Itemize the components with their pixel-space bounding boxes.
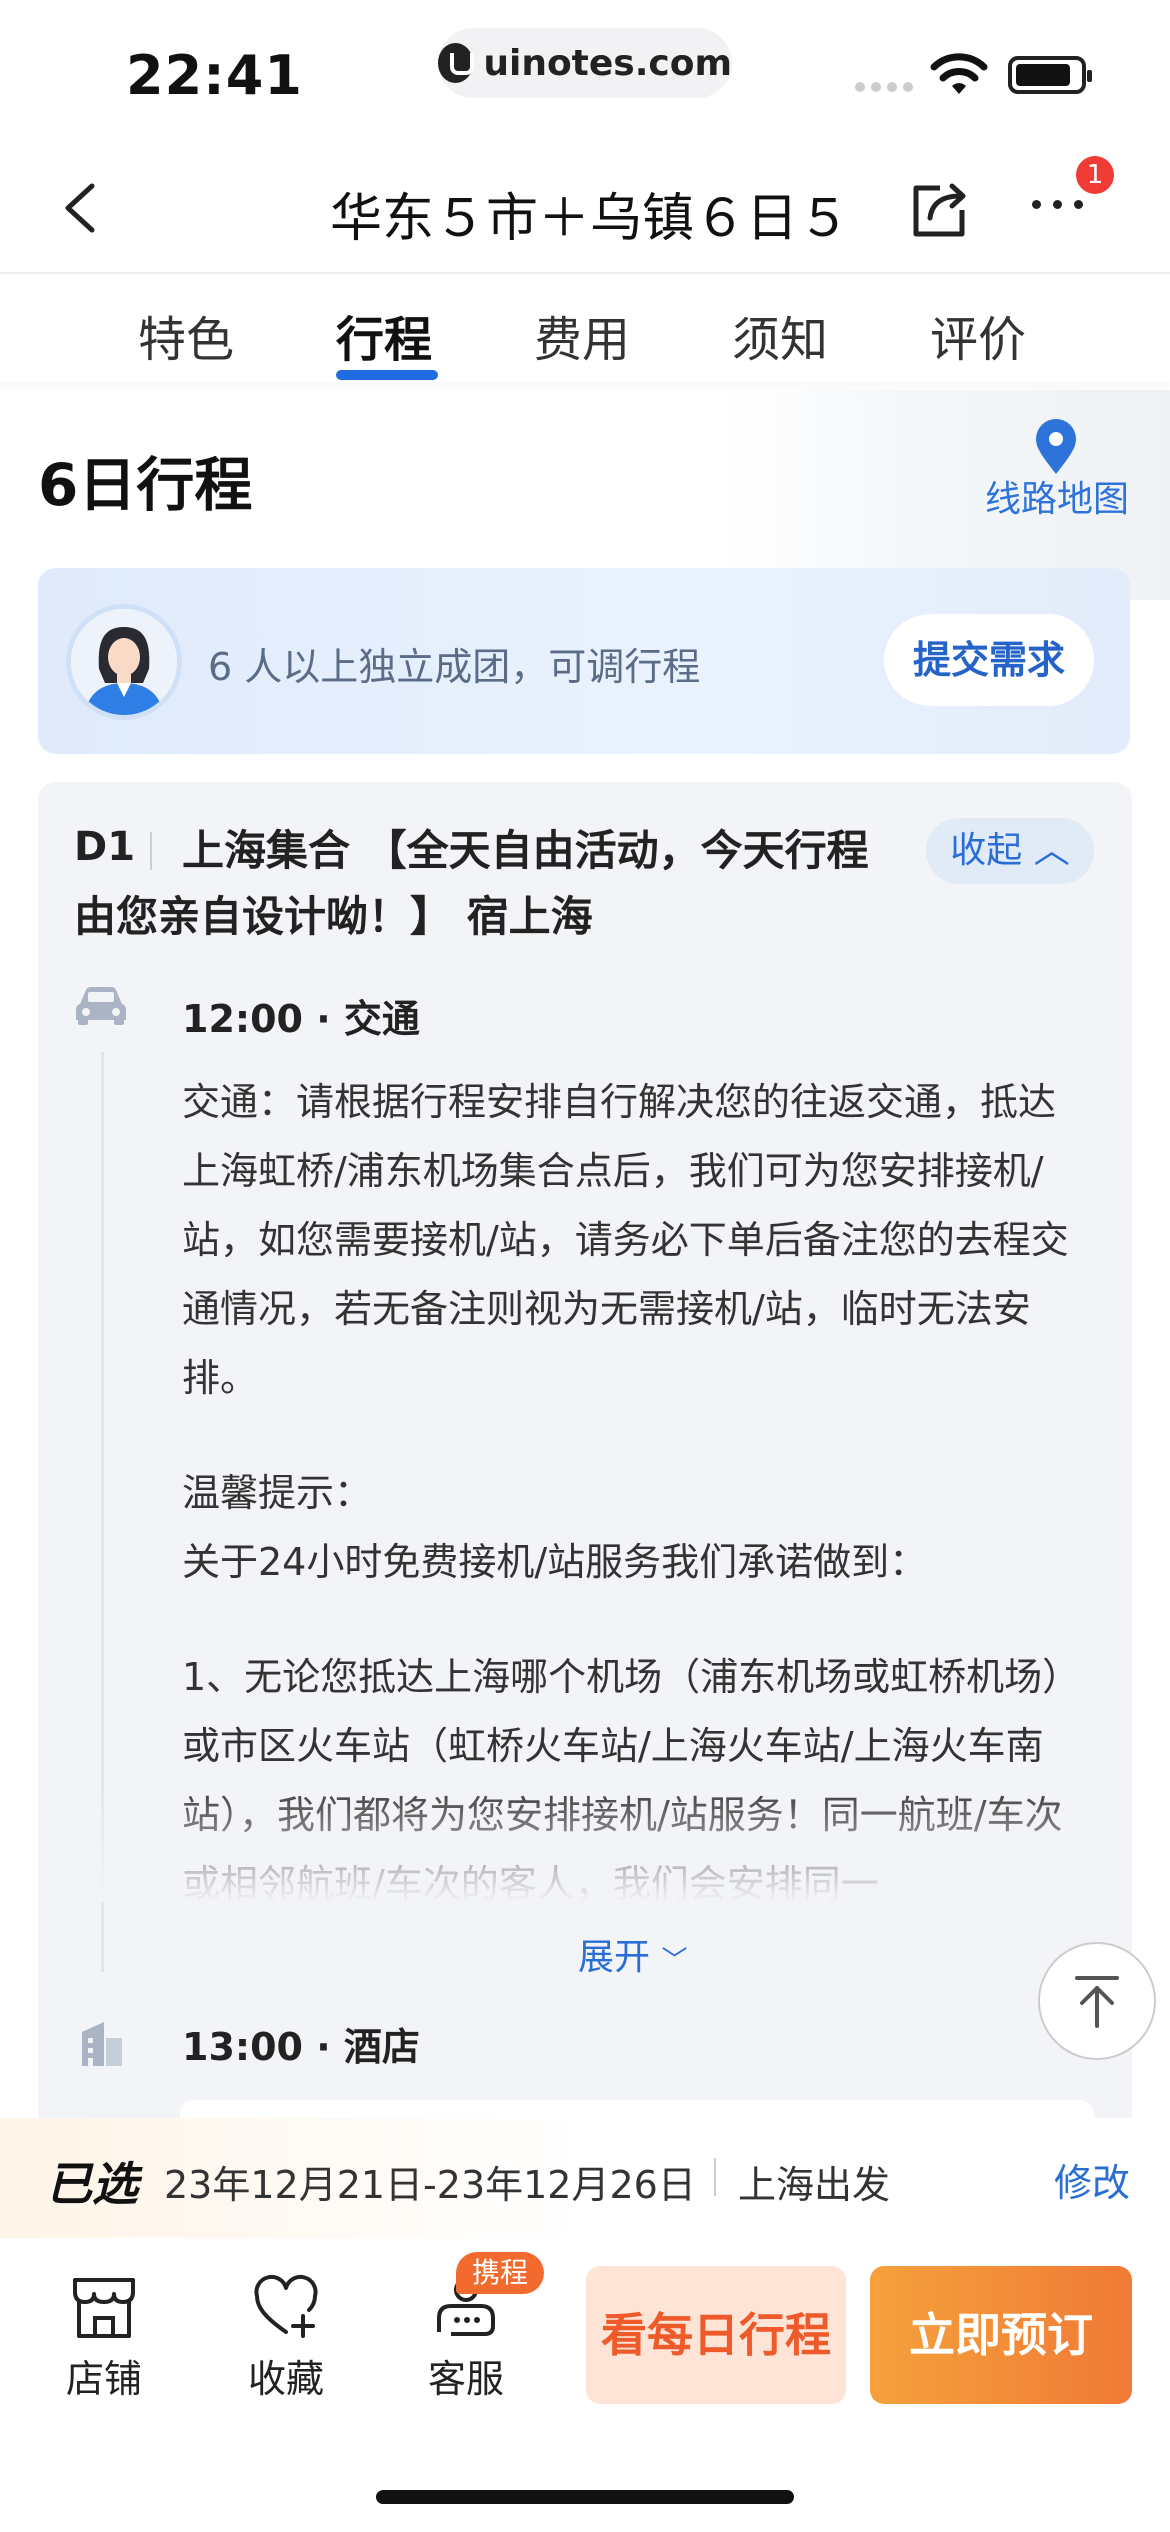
collapse-label: 收起 xyxy=(950,830,1023,871)
departure-city: 上海出发 xyxy=(738,2163,891,2207)
banner-text: 6 人以上独立成团，可调行程 xyxy=(208,645,701,689)
tip-heading: 温馨提示： xyxy=(182,1471,373,1515)
expand-button[interactable]: 展开 ﹀ xyxy=(578,1928,687,1980)
transport-paragraph: 交通：请根据行程安排自行解决您的往返交通，抵达上海虹桥/浦东机场集合点后，我们可… xyxy=(182,1080,1069,1400)
tab-itinerary[interactable]: 行程 xyxy=(336,300,432,370)
store-button[interactable]: 店铺 xyxy=(44,2272,164,2403)
tip-subheading: 关于24小时免费接机/站服务我们承诺做到： xyxy=(182,1540,928,1584)
tab-bar: 特色 行程 费用 须知 评价 xyxy=(0,276,1170,382)
site-icon xyxy=(438,43,475,83)
selected-separator xyxy=(714,2158,716,2196)
avatar xyxy=(66,604,182,720)
wifi-icon xyxy=(930,53,988,94)
service-label: 客服 xyxy=(427,2357,504,2401)
bottom-action-bar: 店铺 收藏 客服 携程 看每日行程 立即预订 xyxy=(0,2238,1170,2532)
signal-icon xyxy=(855,82,913,92)
book-now-button[interactable]: 立即预订 xyxy=(870,2266,1132,2404)
tab-reviews[interactable]: 评价 xyxy=(930,300,1026,370)
battery-icon xyxy=(1008,56,1092,94)
daily-itinerary-button[interactable]: 看每日行程 xyxy=(586,2266,846,2404)
home-indicator xyxy=(376,2490,794,2504)
day-title: 上海集合 【全天自由活动，今天行程由您亲自设计呦！】 宿上海 xyxy=(74,826,869,941)
nav-header: 华东５市＋乌镇６日５... 1 xyxy=(0,140,1170,274)
page-title: 华东５市＋乌镇６日５... xyxy=(330,189,850,249)
route-map-link[interactable]: 线路地图 xyxy=(985,470,1129,522)
more-icon[interactable] xyxy=(1032,200,1083,209)
expand-label: 展开 xyxy=(578,1937,651,1978)
chevron-up-icon: ︿ xyxy=(1033,830,1070,871)
tab-features[interactable]: 特色 xyxy=(138,300,234,370)
map-pin-icon[interactable] xyxy=(1032,418,1080,476)
status-bar: 22:41 uinotes.com xyxy=(0,0,1170,140)
arrow-up-icon xyxy=(1075,1976,1119,2028)
selected-date-bar: 已选 23年12月21日-23年12月26日 上海出发 修改 xyxy=(0,2118,1170,2238)
hotel-icon xyxy=(82,2022,122,2066)
back-to-top-button[interactable] xyxy=(1038,1942,1156,2060)
tab-indicator xyxy=(336,370,438,380)
back-icon[interactable] xyxy=(52,178,112,238)
chevron-down-icon: ﹀ xyxy=(661,1946,688,1976)
tab-notes[interactable]: 须知 xyxy=(732,300,828,370)
favorite-button[interactable]: 收藏 xyxy=(226,2272,346,2403)
clock: 22:41 xyxy=(126,44,303,107)
favorite-label: 收藏 xyxy=(247,2357,324,2401)
event-time-hotel: 13:00 · 酒店 xyxy=(182,2025,420,2069)
ctrip-badge: 携程 xyxy=(456,2252,544,2294)
notification-badge: 1 xyxy=(1076,156,1114,194)
event-time-transport: 12:00 · 交通 xyxy=(182,997,420,1041)
selected-label: 已选 xyxy=(46,2157,138,2211)
day-separator xyxy=(150,832,152,870)
collapse-button[interactable]: 收起 ︿ xyxy=(926,818,1094,884)
url-pill[interactable]: uinotes.com xyxy=(438,28,732,98)
text-fade xyxy=(38,1782,1132,1902)
modify-button[interactable]: 修改 xyxy=(1054,2152,1130,2207)
tab-costs[interactable]: 费用 xyxy=(534,300,630,370)
section-title: 6日行程 xyxy=(38,451,253,519)
day-label: D1 xyxy=(74,824,136,870)
selected-dates: 23年12月21日-23年12月26日 xyxy=(164,2163,696,2207)
car-icon xyxy=(76,987,126,1025)
url-text: uinotes.com xyxy=(483,42,732,84)
group-tour-banner: 6 人以上独立成团，可调行程 提交需求 xyxy=(38,568,1130,754)
store-label: 店铺 xyxy=(65,2357,142,2401)
heart-icon xyxy=(254,2274,318,2338)
store-icon xyxy=(73,2278,135,2338)
share-icon[interactable] xyxy=(906,178,972,244)
submit-request-button[interactable]: 提交需求 xyxy=(884,614,1094,706)
day-card: 上海集合 【全天自由活动，今天行程由您亲自设计呦！】 宿上海 D1 收起 ︿ 1… xyxy=(38,782,1132,2180)
